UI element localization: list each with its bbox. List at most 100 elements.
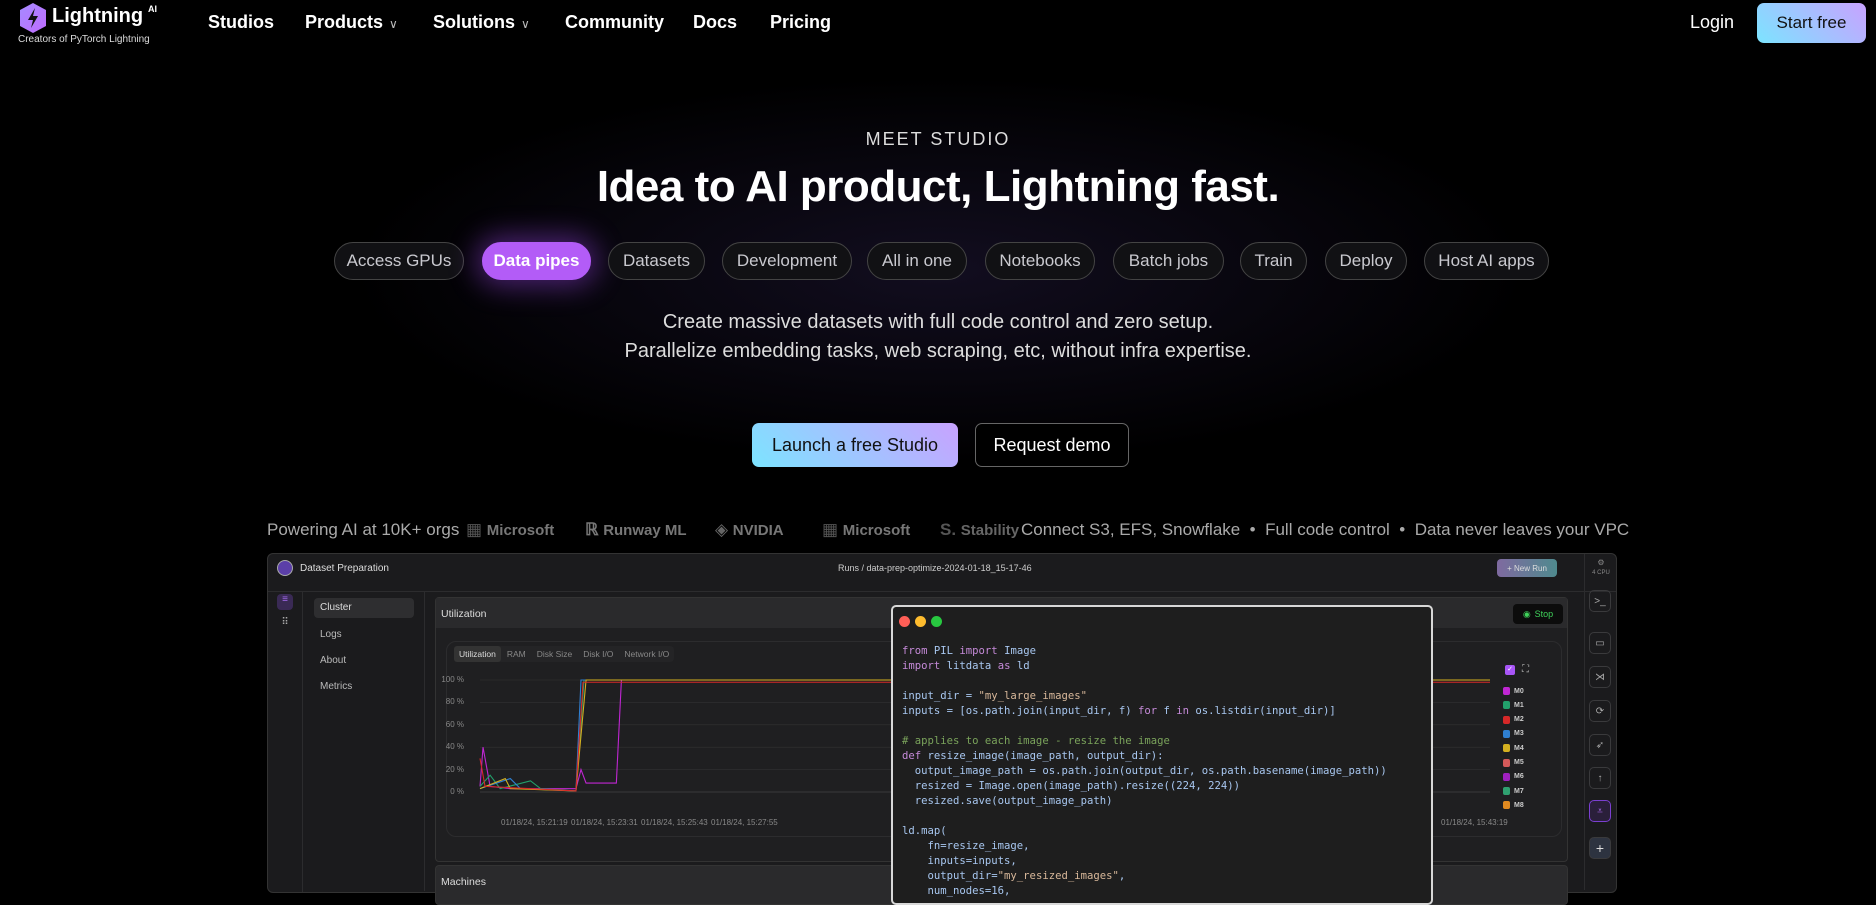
tab-disk-io[interactable]: Disk I/O bbox=[578, 646, 618, 662]
powering-text: Powering AI at 10K+ orgs bbox=[267, 520, 460, 539]
code-token: output_dir= bbox=[902, 870, 998, 882]
legend-item-m5[interactable]: M5 bbox=[1503, 758, 1524, 767]
sidebar-item-logs[interactable]: Logs bbox=[320, 629, 342, 640]
legend-item-m0[interactable]: M0 bbox=[1503, 687, 1524, 695]
code-token: def bbox=[902, 750, 922, 762]
add-icon[interactable]: + bbox=[1589, 837, 1611, 859]
sidebar-item-metrics[interactable]: Metrics bbox=[320, 681, 352, 692]
pill-all-in-one[interactable]: All in one bbox=[867, 242, 967, 280]
legend-swatch bbox=[1503, 744, 1510, 753]
code-token: inputs=inputs, bbox=[902, 855, 1017, 867]
hero-eyebrow: MEET STUDIO bbox=[865, 129, 1011, 149]
code-token: inputs = [os.path.join(input_dir, f) bbox=[902, 705, 1138, 717]
legend-item-m6[interactable]: M6 bbox=[1503, 772, 1524, 781]
app-logo-icon bbox=[277, 560, 293, 576]
logo-stability: S. Stability bbox=[940, 520, 1020, 539]
header-divider bbox=[268, 591, 1616, 592]
apps-grid-icon[interactable]: ⠿ bbox=[277, 617, 293, 633]
sidebar-item-about[interactable]: About bbox=[320, 655, 346, 666]
hero-title: Idea to AI product, Lightning fast. bbox=[596, 162, 1280, 211]
tab-utilization[interactable]: Utilization bbox=[454, 646, 501, 662]
code-token: output_image_path = os.path.join(output_… bbox=[902, 765, 1387, 777]
pill-data-pipes[interactable]: Data pipes bbox=[482, 242, 591, 280]
pill-access-gpus[interactable]: Access GPUs bbox=[334, 242, 464, 280]
brand-tagline: Creators of PyTorch Lightning bbox=[18, 34, 150, 45]
pill-batch-jobs[interactable]: Batch jobs bbox=[1113, 242, 1224, 280]
legend-item-m4[interactable]: M4 bbox=[1503, 744, 1524, 753]
maximize-dot-icon bbox=[931, 616, 942, 627]
start-free-button[interactable]: Start free bbox=[1757, 3, 1866, 43]
tab-ram[interactable]: RAM bbox=[502, 646, 531, 662]
pill-train[interactable]: Train bbox=[1240, 242, 1307, 280]
legend-label: M5 bbox=[1514, 759, 1524, 766]
logo-text: Runway ML bbox=[603, 522, 687, 539]
logo-microsoft: ▦ Microsoft bbox=[466, 520, 555, 539]
minimize-dot-icon bbox=[915, 616, 926, 627]
feature-item: Connect S3, EFS, Snowflake bbox=[1021, 520, 1241, 539]
code-token: num_nodes=16, bbox=[902, 885, 1011, 897]
app-breadcrumb[interactable]: Runs / data-prep-optimize-2024-01-18_15-… bbox=[838, 563, 1032, 573]
request-demo-button[interactable]: Request demo bbox=[975, 423, 1129, 467]
data-prep-icon[interactable]: ⩡ bbox=[1589, 800, 1611, 822]
pill-host-ai-apps[interactable]: Host AI apps bbox=[1424, 242, 1549, 280]
code-token: as bbox=[997, 660, 1011, 672]
nav-docs[interactable]: Docs bbox=[693, 12, 737, 33]
code-line: def resize_image(image_path, output_dir)… bbox=[902, 749, 1387, 764]
code-line: # applies to each image - resize the ima… bbox=[902, 734, 1387, 749]
hero-description-line1: Create massive datasets with full code c… bbox=[662, 311, 1214, 333]
code-token: Image bbox=[997, 645, 1036, 657]
terminal-icon[interactable]: >_ bbox=[1589, 590, 1611, 612]
chevron-down-icon: ∨ bbox=[389, 17, 398, 31]
new-run-button[interactable]: + New Run bbox=[1497, 559, 1557, 577]
code-token: ld bbox=[1010, 660, 1030, 672]
legend-item-m2[interactable]: M2 bbox=[1503, 715, 1524, 724]
nav-studios[interactable]: Studios bbox=[208, 12, 274, 33]
legend-item-m1[interactable]: M1 bbox=[1503, 701, 1524, 710]
pill-development[interactable]: Development bbox=[722, 242, 852, 280]
logo-text: Microsoft bbox=[486, 522, 555, 539]
stop-button[interactable]: ◉ Stop bbox=[1513, 604, 1563, 624]
nav-community[interactable]: Community bbox=[565, 12, 664, 33]
legend-item-m3[interactable]: M3 bbox=[1503, 729, 1524, 738]
legend-item-m8[interactable]: M8 bbox=[1503, 801, 1524, 810]
nav-pricing[interactable]: Pricing bbox=[770, 12, 831, 33]
nav-solutions[interactable]: Solutions ∨ bbox=[433, 12, 530, 33]
cpu-indicator[interactable]: ⚙ 4 CPU bbox=[1591, 558, 1611, 578]
vscode-icon[interactable]: ⋊ bbox=[1589, 666, 1611, 688]
legend-swatch bbox=[1503, 715, 1510, 724]
code-token: resize_image(image_path, output_dir): bbox=[921, 750, 1164, 762]
tab-network-io[interactable]: Network I/O bbox=[619, 646, 674, 662]
folder-icon[interactable]: ▭ bbox=[1589, 632, 1611, 654]
code-token: from bbox=[902, 645, 928, 657]
legend-item-m7[interactable]: M7 bbox=[1503, 787, 1524, 796]
logo-nvidia: ◈ NVIDIA bbox=[715, 520, 784, 539]
sidebar-divider bbox=[302, 592, 303, 892]
code-token: import bbox=[959, 645, 998, 657]
pytorch-icon[interactable]: ↑ bbox=[1589, 767, 1611, 789]
tab-disk-size[interactable]: Disk Size bbox=[532, 646, 577, 662]
list-icon[interactable]: ≡ bbox=[277, 594, 293, 610]
rocket-icon[interactable]: ➶ bbox=[1589, 734, 1611, 756]
legend-swatch bbox=[1503, 687, 1510, 695]
login-link[interactable]: Login bbox=[1690, 12, 1734, 33]
legend-label: M8 bbox=[1514, 801, 1524, 809]
code-token: for bbox=[1138, 705, 1158, 717]
logo-text: Microsoft bbox=[842, 522, 911, 539]
legend-label: M3 bbox=[1514, 730, 1524, 738]
logo-text: NVIDIA bbox=[732, 522, 784, 539]
features-list: Connect S3, EFS, Snowflake • Full code c… bbox=[1021, 520, 1630, 539]
code-line: resized = Image.open(image_path).resize(… bbox=[902, 779, 1387, 794]
fullscreen-icon[interactable]: ⛶ bbox=[1522, 664, 1529, 675]
launch-studio-button[interactable]: Launch a free Studio bbox=[752, 423, 958, 467]
code-line: num_nodes=16, bbox=[902, 884, 1387, 899]
code-line: output_dir="my_resized_images", bbox=[902, 869, 1387, 884]
pill-deploy[interactable]: Deploy bbox=[1325, 242, 1407, 280]
brand-logo[interactable]: Lightning AI Creators of PyTorch Lightni… bbox=[18, 2, 178, 46]
pill-datasets[interactable]: Datasets bbox=[608, 242, 705, 280]
sync-icon[interactable]: ⟳ bbox=[1589, 700, 1611, 722]
nav-products[interactable]: Products ∨ bbox=[305, 12, 398, 33]
select-all-checkbox[interactable]: ✓ bbox=[1505, 665, 1515, 675]
pill-notebooks[interactable]: Notebooks bbox=[985, 242, 1095, 280]
sidebar-item-cluster[interactable]: Cluster bbox=[314, 598, 414, 618]
